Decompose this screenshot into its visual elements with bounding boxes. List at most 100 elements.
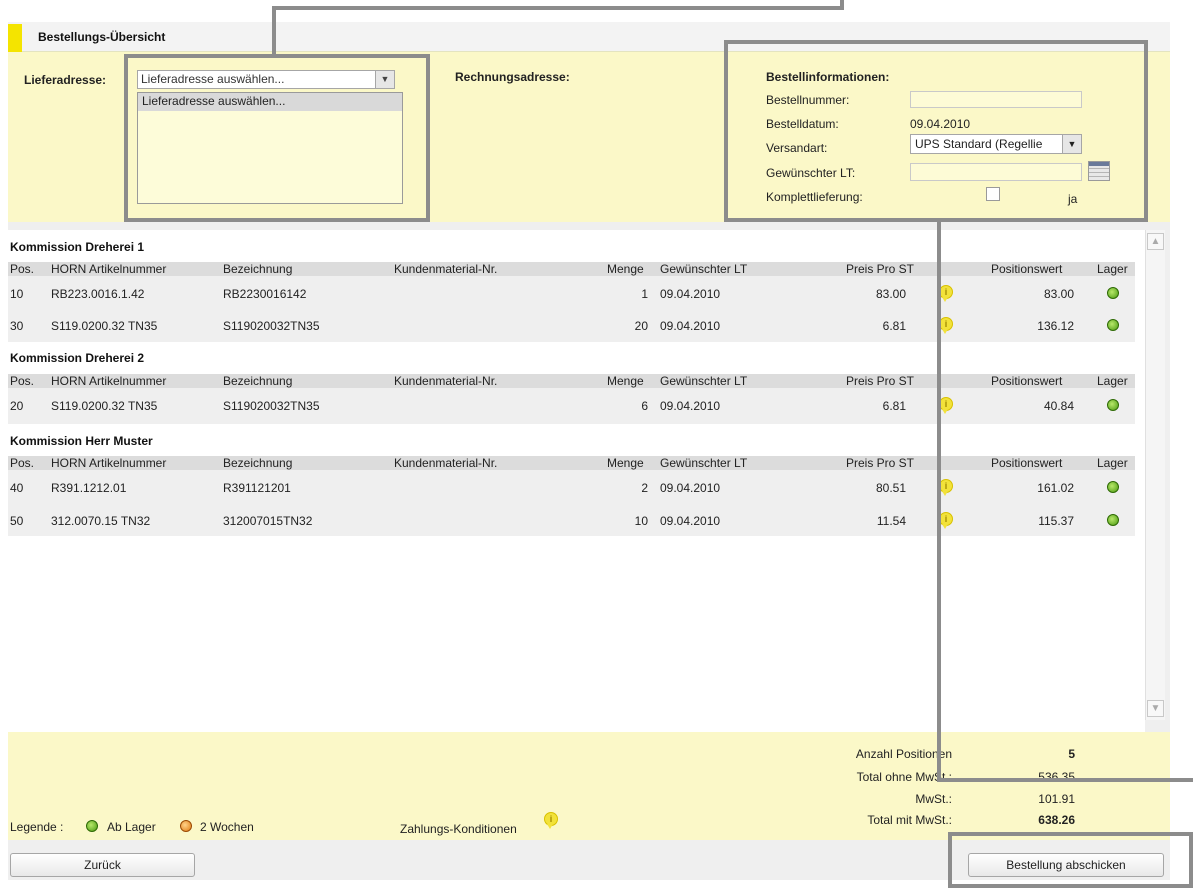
info-icon[interactable]: i (939, 479, 953, 496)
row-value: 136.12 (1037, 319, 1074, 333)
col-pos: Pos. (10, 262, 35, 276)
row-qty: 2 (641, 481, 648, 495)
row-lt: 09.04.2010 (660, 481, 721, 495)
row-article: RB223.0016.1.42 (51, 287, 145, 301)
gross-total-value: 638.26 (1038, 813, 1075, 827)
row-value: 115.37 (1038, 514, 1074, 528)
column-header-row (8, 262, 1135, 276)
group-rows-bg (8, 388, 1135, 424)
col-article: HORN Artikelnummer (51, 374, 167, 388)
annotation-connector (937, 222, 941, 782)
chevron-down-icon[interactable]: ▼ (1062, 135, 1081, 153)
stock-status-icon (1107, 399, 1119, 411)
payment-terms-info-icon[interactable]: i (544, 812, 558, 829)
row-lt: 09.04.2010 (660, 399, 721, 413)
col-desc: Bezeichnung (223, 456, 293, 470)
row-pos: 50 (10, 514, 24, 528)
row-qty: 6 (641, 399, 648, 413)
col-pos: Pos. (10, 374, 35, 388)
info-icon[interactable]: i (939, 512, 953, 529)
row-article: R391.1212.01 (51, 481, 127, 495)
complete-delivery-checkbox[interactable] (986, 187, 1000, 201)
page-title: Bestellungs-Übersicht (38, 30, 166, 44)
col-lt: Gewünschter LT (660, 262, 748, 276)
row-price: 6.81 (882, 399, 906, 413)
row-article: S119.0200.32 TN35 (51, 399, 158, 413)
delivery-address-dropdown[interactable]: Lieferadresse auswählen... (137, 92, 403, 204)
col-customer-mat: Kundenmaterial-Nr. (394, 374, 498, 388)
col-value: Positionswert (991, 374, 1063, 388)
row-desc: 312007015TN32 (223, 514, 313, 528)
delivery-address-label: Lieferadresse: (24, 73, 107, 87)
info-icon[interactable]: i (939, 285, 953, 302)
row-price: 83.00 (875, 287, 906, 301)
payment-terms-label[interactable]: Zahlungs-Konditionen (400, 822, 517, 836)
legend-two-weeks: 2 Wochen (200, 820, 254, 834)
col-desc: Bezeichnung (223, 374, 293, 388)
count-value: 5 (1068, 747, 1075, 761)
calendar-icon[interactable] (1088, 161, 1110, 181)
annotation-connector (840, 0, 844, 10)
gross-total-label: Total mit MwSt.: (867, 813, 952, 827)
col-stock: Lager (1097, 374, 1128, 388)
row-qty: 1 (641, 287, 648, 301)
col-stock: Lager (1097, 456, 1128, 470)
row-value: 40.84 (1043, 399, 1074, 413)
col-price: Preis Pro ST (846, 262, 915, 276)
back-button[interactable]: Zurück (10, 853, 195, 877)
col-customer-mat: Kundenmaterial-Nr. (394, 262, 498, 276)
stock-status-icon (1107, 481, 1119, 493)
order-number-input[interactable] (910, 91, 1082, 108)
two-weeks-legend-icon (180, 820, 192, 832)
col-lt: Gewünschter LT (660, 374, 748, 388)
delivery-address-option[interactable]: Lieferadresse auswählen... (138, 93, 402, 111)
group-rows-bg (8, 276, 1135, 342)
complete-delivery-yes-label: ja (1068, 192, 1078, 206)
table-scrollbar[interactable]: ▲ ▼ (1145, 230, 1165, 720)
row-lt: 09.04.2010 (660, 514, 721, 528)
row-desc: RB2230016142 (223, 287, 307, 301)
scroll-down-icon[interactable]: ▼ (1147, 700, 1164, 717)
annotation-connector (272, 6, 844, 10)
row-value: 83.00 (1043, 287, 1074, 301)
row-price: 6.81 (882, 319, 906, 333)
col-article: HORN Artikelnummer (51, 262, 167, 276)
row-article: S119.0200.32 TN35 (51, 319, 158, 333)
info-icon[interactable]: i (939, 397, 953, 414)
delivery-address-selected-value: Lieferadresse auswählen... (141, 72, 285, 86)
col-desc: Bezeichnung (223, 262, 293, 276)
row-pos: 10 (10, 287, 24, 301)
delivery-address-select[interactable]: Lieferadresse auswählen... ▼ (137, 70, 395, 89)
col-article: HORN Artikelnummer (51, 456, 167, 470)
col-qty: Menge (607, 262, 644, 276)
in-stock-legend-icon (86, 820, 98, 832)
row-lt: 09.04.2010 (660, 319, 721, 333)
stock-status-icon (1107, 287, 1119, 299)
group-title: Kommission Dreherei 2 (10, 351, 145, 365)
col-qty: Menge (607, 374, 644, 388)
requested-lt-label: Gewünschter LT: (766, 166, 856, 180)
col-lt: Gewünschter LT (660, 456, 748, 470)
row-pos: 30 (10, 319, 24, 333)
column-header-row (8, 374, 1135, 388)
scroll-up-icon[interactable]: ▲ (1147, 233, 1164, 250)
col-value: Positionswert (991, 456, 1063, 470)
row-lt: 09.04.2010 (660, 287, 721, 301)
row-qty: 20 (634, 319, 648, 333)
col-price: Preis Pro ST (846, 456, 915, 470)
row-pos: 40 (10, 481, 24, 495)
count-label: Anzahl Positionen (855, 747, 952, 761)
shipping-selected-value: UPS Standard (Regellie (915, 137, 1043, 151)
page-header: Bestellungs-Übersicht (8, 22, 1170, 52)
row-qty: 10 (634, 514, 648, 528)
col-customer-mat: Kundenmaterial-Nr. (394, 456, 498, 470)
vat-label: MwSt.: (915, 792, 952, 806)
info-icon[interactable]: i (939, 317, 953, 334)
chevron-down-icon[interactable]: ▼ (375, 71, 394, 88)
group-rows-bg (8, 470, 1135, 536)
submit-order-button[interactable]: Bestellung abschicken (968, 853, 1164, 877)
col-value: Positionswert (991, 262, 1063, 276)
shipping-select[interactable]: UPS Standard (Regellie ▼ (910, 134, 1082, 154)
requested-lt-input[interactable] (910, 163, 1082, 181)
annotation-connector (937, 778, 1193, 782)
